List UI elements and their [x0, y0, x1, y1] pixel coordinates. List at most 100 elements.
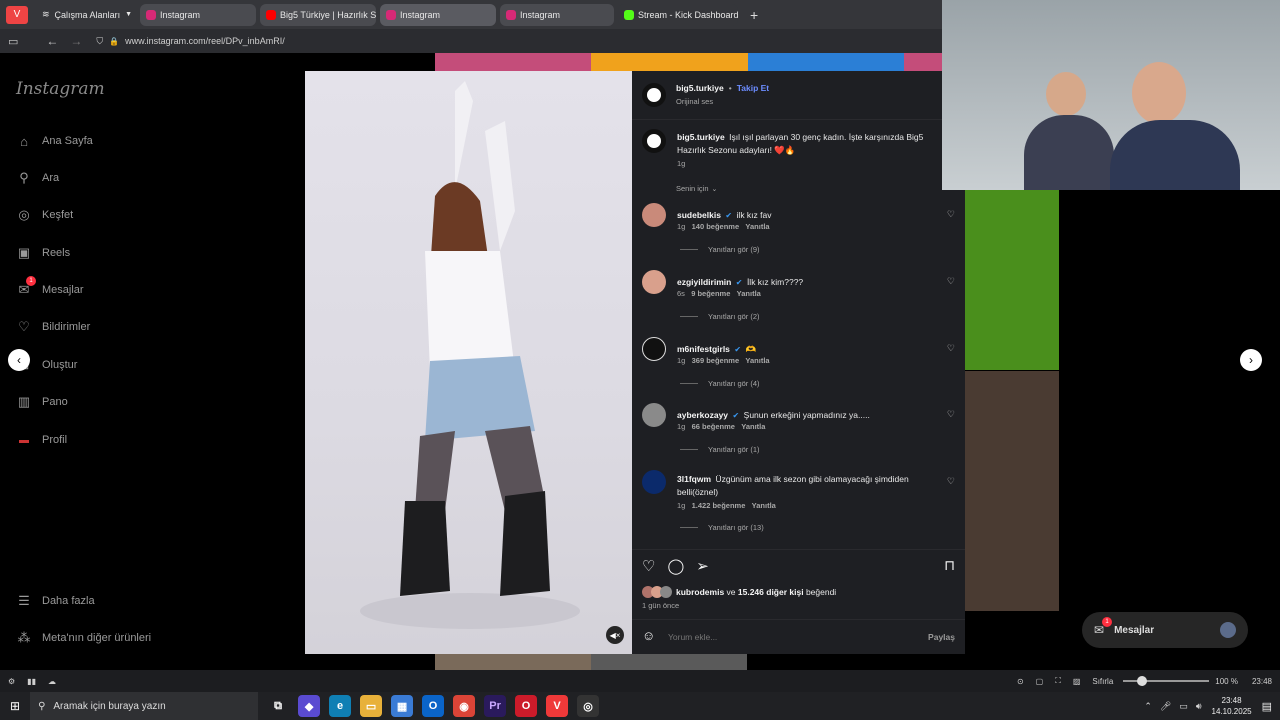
- sidebar-item-reels[interactable]: ▣ Reels: [16, 245, 70, 261]
- comment-input[interactable]: [668, 629, 898, 645]
- zoom-slider-thumb[interactable]: [1137, 676, 1148, 686]
- instagram-logo[interactable]: Instagram: [16, 79, 105, 99]
- view-replies-button[interactable]: Yanıtları gör (13): [680, 523, 764, 532]
- messages-floating-button[interactable]: ✉ 1 Mesajlar: [1082, 612, 1248, 648]
- like-comment-heart-icon[interactable]: ♡: [947, 343, 955, 354]
- view-replies-button[interactable]: Yanıtları gör (2): [680, 312, 760, 321]
- reel-video[interactable]: ◀×: [305, 71, 632, 654]
- post-author-avatar[interactable]: [642, 83, 666, 107]
- back-icon[interactable]: ←: [46, 34, 58, 48]
- view-replies-button[interactable]: Yanıtları gör (1): [680, 445, 760, 454]
- zoom-reset-button[interactable]: Sıfırla: [1092, 677, 1113, 686]
- liked-by-user[interactable]: kubrodemis: [676, 587, 724, 597]
- copilot-icon[interactable]: ◆: [298, 695, 321, 717]
- fullscreen-icon[interactable]: ⛶: [1055, 676, 1061, 686]
- more-button[interactable]: ☰ Daha fazla: [16, 593, 94, 609]
- previous-post-button[interactable]: ‹: [8, 349, 30, 371]
- reply-button[interactable]: Yanıtla: [752, 501, 776, 510]
- taskbar-clock[interactable]: 23:48 14.10.2025: [1212, 695, 1252, 717]
- comment-avatar[interactable]: [642, 470, 666, 494]
- post-comment-button[interactable]: Paylaş: [928, 632, 955, 642]
- taskbar-search[interactable]: ⚲ Aramak için buraya yazın: [30, 692, 259, 720]
- sidebar-toggle-icon[interactable]: ▭: [8, 35, 18, 48]
- comment-likes[interactable]: 140 beğenme: [692, 222, 740, 231]
- comment-username[interactable]: m6nifestgirls: [677, 344, 730, 354]
- browser-menu-button[interactable]: V: [6, 5, 28, 24]
- sidebar-item-search[interactable]: ⚲ Ara: [16, 170, 59, 186]
- premiere-icon[interactable]: Pr: [484, 695, 507, 717]
- opera-icon[interactable]: O: [515, 695, 538, 717]
- notification-center-icon[interactable]: ▤: [1262, 700, 1272, 713]
- comment-avatar[interactable]: [642, 203, 666, 227]
- tab-4[interactable]: Instagram: [500, 3, 615, 26]
- edge-icon[interactable]: e: [329, 695, 352, 717]
- follow-button[interactable]: Takip Et: [737, 83, 769, 93]
- chrome-icon[interactable]: ◉: [453, 695, 476, 717]
- share-send-icon[interactable]: ➢: [696, 557, 709, 575]
- like-comment-heart-icon[interactable]: ♡: [947, 209, 955, 220]
- sidebar-item-explore[interactable]: ◎ Keşfet: [16, 207, 73, 223]
- likes-count[interactable]: 15.246 diğer kişi: [738, 587, 804, 597]
- comment-avatar[interactable]: [642, 403, 666, 427]
- task-view-icon[interactable]: ⧉: [267, 695, 289, 717]
- tray-chevron-icon[interactable]: ⌃: [1144, 701, 1152, 712]
- comment-avatar[interactable]: [642, 337, 666, 361]
- like-comment-heart-icon[interactable]: ♡: [947, 409, 955, 420]
- like-comment-heart-icon[interactable]: ♡: [947, 276, 955, 287]
- mute-button[interactable]: ◀×: [606, 626, 624, 644]
- comment-likes[interactable]: 66 beğenme: [692, 422, 735, 431]
- url-field[interactable]: www.instagram.com/reel/DPv_inbAmRI/: [125, 36, 285, 46]
- next-post-button[interactable]: ›: [1240, 349, 1262, 371]
- comment-username[interactable]: ayberkozayy: [677, 410, 728, 420]
- like-comment-heart-icon[interactable]: ♡: [947, 476, 955, 487]
- windows-start-icon[interactable]: ⊞: [10, 699, 20, 713]
- image-icon[interactable]: ▨: [1073, 677, 1081, 686]
- capture-icon[interactable]: ⊙: [1017, 677, 1024, 686]
- outlook-icon[interactable]: O: [422, 695, 445, 717]
- tab-5[interactable]: Stream - Kick Dashboard: [618, 3, 739, 26]
- comment-likes[interactable]: 1.422 beğenme: [692, 501, 746, 510]
- comment-likes[interactable]: 369 beğenme: [692, 356, 740, 365]
- new-tab-button[interactable]: +: [750, 7, 758, 23]
- tab-2[interactable]: Big5 Türkiye | Hazırlık Sezonu: [260, 3, 377, 26]
- comment-filter[interactable]: Senin için ⌄: [676, 184, 717, 193]
- caption-username[interactable]: big5.turkiye: [677, 132, 725, 142]
- sidebar-item-profile[interactable]: ▬ Profil: [16, 432, 67, 448]
- sidebar-item-messages[interactable]: ✉ 1 Mesajlar: [16, 276, 84, 298]
- comment-username[interactable]: sudebelkis: [677, 210, 721, 220]
- forward-icon[interactable]: →: [70, 34, 82, 48]
- sidebar-item-home[interactable]: ⌂ Ana Sayfa: [16, 133, 93, 149]
- comment-bubble-icon[interactable]: ◯: [667, 557, 684, 575]
- panel-icon[interactable]: ▮▮: [27, 677, 36, 686]
- save-bookmark-icon[interactable]: ⊓: [944, 557, 955, 574]
- network-icon[interactable]: ▭: [1179, 701, 1188, 712]
- tab-1[interactable]: Instagram: [140, 3, 257, 26]
- microphone-icon[interactable]: 🎤︎: [1160, 701, 1171, 712]
- tab-3[interactable]: Instagram: [380, 3, 497, 26]
- comment-username[interactable]: ezgiyildirimin: [677, 277, 731, 287]
- obs-icon[interactable]: ◎: [577, 695, 600, 717]
- like-heart-icon[interactable]: ♡: [642, 557, 655, 575]
- post-author-username[interactable]: big5.turkiye: [676, 83, 724, 93]
- reply-button[interactable]: Yanıtla: [741, 422, 765, 431]
- sidebar-item-dashboard[interactable]: ▥ Pano: [16, 394, 68, 410]
- reply-button[interactable]: Yanıtla: [745, 356, 769, 365]
- comment-likes[interactable]: 9 beğenme: [691, 289, 730, 298]
- view-replies-button[interactable]: Yanıtları gör (9): [680, 245, 760, 254]
- store-icon[interactable]: ▦: [391, 695, 414, 717]
- view-replies-button[interactable]: Yanıtları gör (4): [680, 379, 760, 388]
- zoom-slider[interactable]: [1123, 676, 1210, 686]
- tiling-icon[interactable]: ▢: [1036, 677, 1044, 686]
- settings-icon[interactable]: ⚙: [8, 677, 15, 686]
- audio-label[interactable]: Orijinal ses: [676, 97, 713, 106]
- reply-button[interactable]: Yanıtla: [745, 222, 769, 231]
- shield-icon[interactable]: ⛉: [96, 36, 103, 47]
- workspaces-button[interactable]: ≋ Çalışma Alanları ▼: [42, 9, 132, 20]
- comment-username[interactable]: 3l1fqwm: [677, 474, 711, 484]
- speaker-icon[interactable]: 🔊︎: [1196, 701, 1202, 712]
- meta-products-button[interactable]: ⁂ Meta'nın diğer ürünleri: [16, 630, 152, 646]
- comment-avatar[interactable]: [642, 270, 666, 294]
- emoji-icon[interactable]: ☺: [642, 628, 655, 643]
- sidebar-item-notifications[interactable]: ♡ Bildirimler: [16, 319, 90, 335]
- cloud-icon[interactable]: ☁: [48, 677, 56, 686]
